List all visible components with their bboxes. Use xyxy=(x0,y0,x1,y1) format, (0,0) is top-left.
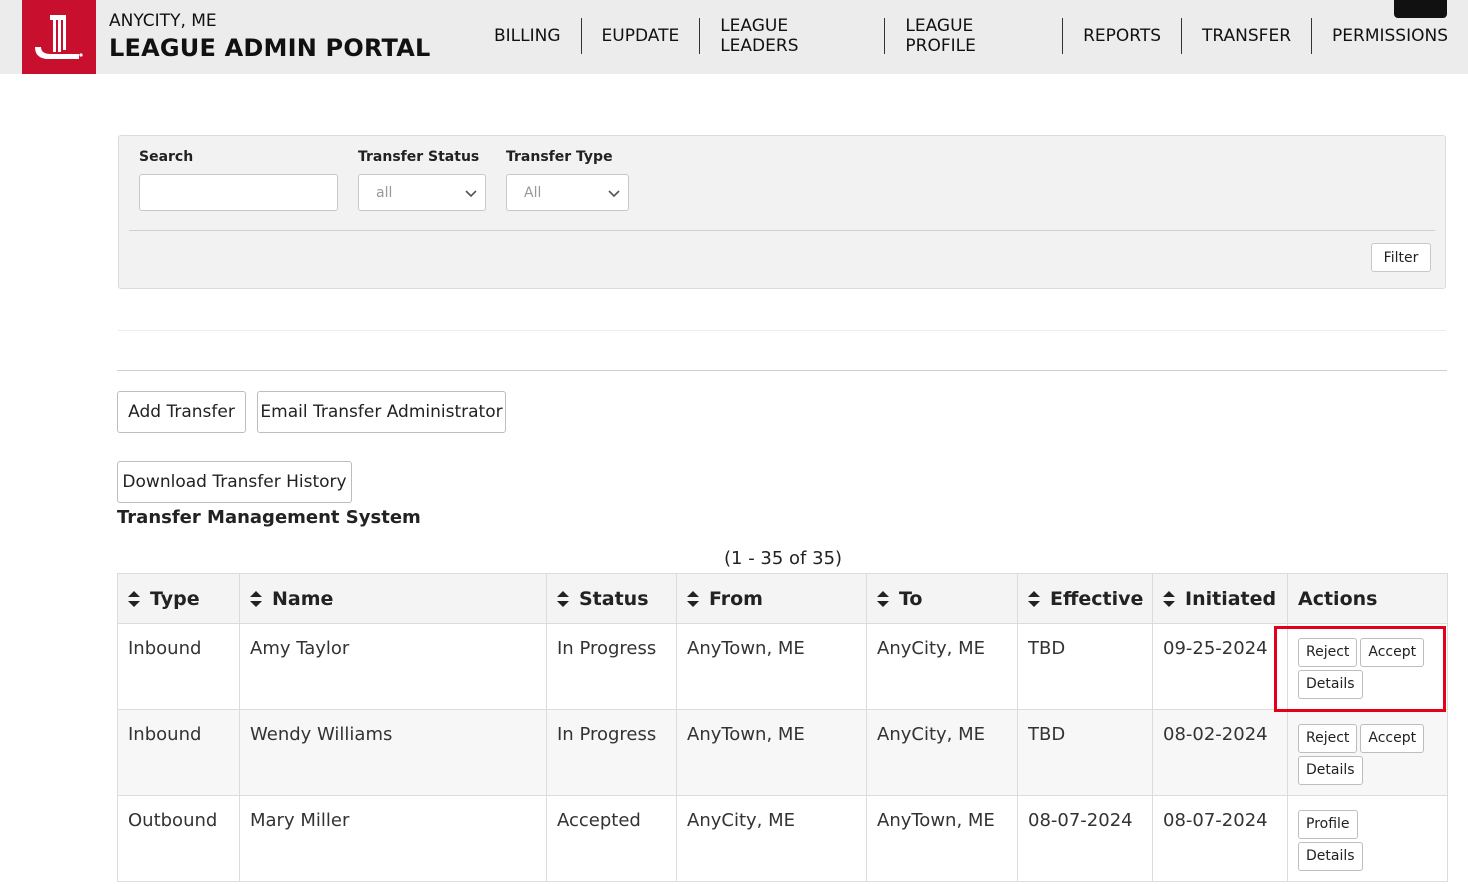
league-city: ANYCITY, ME xyxy=(109,11,217,31)
sort-icon xyxy=(250,590,262,607)
nav-transfer[interactable]: TRANSFER xyxy=(1181,18,1311,54)
transfer-type-label: Transfer Type xyxy=(506,149,613,165)
table-header-row: Type Name Status From To Effective Initi… xyxy=(117,573,1448,624)
col-label: Status xyxy=(579,587,649,610)
junior-league-logo[interactable] xyxy=(22,0,96,74)
section-title: Transfer Management System xyxy=(117,507,421,528)
sort-icon xyxy=(687,590,699,607)
main-nav: BILLING EUPDATE LEAGUE LEADERS LEAGUE PR… xyxy=(474,16,1468,56)
search-label: Search xyxy=(139,149,194,165)
transfer-type-select[interactable]: All xyxy=(506,174,629,211)
portal-title: LEAGUE ADMIN PORTAL xyxy=(109,34,431,62)
col-label: Effective xyxy=(1050,587,1144,610)
divider xyxy=(117,370,1447,371)
details-button[interactable]: Details xyxy=(1298,756,1363,785)
col-header-status[interactable]: Status xyxy=(546,573,677,624)
email-transfer-admin-button[interactable]: Email Transfer Administrator xyxy=(257,391,506,433)
col-header-name[interactable]: Name xyxy=(239,573,547,624)
download-transfer-history-button[interactable]: Download Transfer History xyxy=(117,461,352,503)
transfers-table: Type Name Status From To Effective Initi… xyxy=(117,573,1448,882)
sort-icon xyxy=(877,590,889,607)
cell-effective: TBD xyxy=(1017,623,1153,710)
cell-initiated: 08-07-2024 xyxy=(1152,795,1288,882)
cell-actions: Reject Accept Details xyxy=(1287,709,1448,796)
sort-icon xyxy=(1163,590,1175,607)
reject-button[interactable]: Reject xyxy=(1298,638,1358,667)
nav-league-leaders[interactable]: LEAGUE LEADERS xyxy=(699,16,884,56)
accept-button[interactable]: Accept xyxy=(1360,638,1425,667)
cell-to: AnyCity, ME xyxy=(866,709,1018,796)
cell-type: Inbound xyxy=(117,709,240,796)
details-button[interactable]: Details xyxy=(1298,842,1363,871)
cell-effective: TBD xyxy=(1017,709,1153,796)
cell-name: Mary Miller xyxy=(239,795,547,882)
cell-name: Amy Taylor xyxy=(239,623,547,710)
filter-button[interactable]: Filter xyxy=(1371,243,1431,272)
sort-icon xyxy=(128,590,140,607)
nav-league-profile[interactable]: LEAGUE PROFILE xyxy=(884,16,1062,56)
cell-initiated: 08-02-2024 xyxy=(1152,709,1288,796)
col-header-from[interactable]: From xyxy=(676,573,867,624)
cell-actions: Profile Details xyxy=(1287,795,1448,882)
col-header-initiated[interactable]: Initiated xyxy=(1152,573,1288,624)
transfer-status-value: all xyxy=(376,184,393,201)
col-header-effective[interactable]: Effective xyxy=(1017,573,1153,624)
cell-actions: Reject Accept Details xyxy=(1287,623,1448,710)
col-header-actions: Actions xyxy=(1287,573,1448,624)
transfer-status-label: Transfer Status xyxy=(358,149,480,165)
table-row: Inbound Amy Taylor In Progress AnyTown, … xyxy=(117,623,1448,710)
col-header-type[interactable]: Type xyxy=(117,573,240,624)
transfer-type-value: All xyxy=(524,184,542,201)
reject-button[interactable]: Reject xyxy=(1298,724,1358,753)
cell-status: Accepted xyxy=(546,795,677,882)
divider xyxy=(118,330,1446,331)
cell-name: Wendy Williams xyxy=(239,709,547,796)
accept-button[interactable]: Accept xyxy=(1360,724,1425,753)
table-row: Inbound Wendy Williams In Progress AnyTo… xyxy=(117,709,1448,796)
cell-to: AnyCity, ME xyxy=(866,623,1018,710)
col-label: From xyxy=(709,587,763,610)
cell-from: AnyCity, ME xyxy=(676,795,867,882)
transfer-status-select[interactable]: all xyxy=(358,174,486,211)
pagination-count: (1 - 35 of 35) xyxy=(724,548,843,569)
cell-to: AnyTown, ME xyxy=(866,795,1018,882)
cell-type: Outbound xyxy=(117,795,240,882)
nav-billing[interactable]: BILLING xyxy=(474,18,581,54)
chevron-down-icon xyxy=(465,190,477,198)
col-label: Name xyxy=(272,587,334,610)
table-row: Outbound Mary Miller Accepted AnyCity, M… xyxy=(117,795,1448,882)
account-menu-button[interactable] xyxy=(1394,0,1447,18)
cell-from: AnyTown, ME xyxy=(676,623,867,710)
col-label: Type xyxy=(150,587,200,610)
nav-reports[interactable]: REPORTS xyxy=(1062,18,1181,54)
col-label: Initiated xyxy=(1185,587,1277,610)
cell-from: AnyTown, ME xyxy=(676,709,867,796)
logo-mark-icon xyxy=(35,15,83,59)
sort-icon xyxy=(1028,590,1040,607)
cell-type: Inbound xyxy=(117,623,240,710)
nav-permissions[interactable]: PERMISSIONS xyxy=(1311,18,1468,54)
nav-eupdate[interactable]: EUPDATE xyxy=(580,18,700,54)
col-label: To xyxy=(899,587,923,610)
add-transfer-button[interactable]: Add Transfer xyxy=(117,391,246,433)
cell-status: In Progress xyxy=(546,623,677,710)
col-header-to[interactable]: To xyxy=(866,573,1018,624)
search-input[interactable] xyxy=(139,174,338,211)
profile-button[interactable]: Profile xyxy=(1298,810,1358,839)
cell-status: In Progress xyxy=(546,709,677,796)
top-header: ANYCITY, ME LEAGUE ADMIN PORTAL BILLING … xyxy=(0,0,1468,74)
details-button[interactable]: Details xyxy=(1298,670,1363,699)
filter-divider xyxy=(129,230,1435,231)
filter-panel: Search Transfer Status all Transfer Type… xyxy=(118,135,1446,289)
chevron-down-icon xyxy=(608,190,620,198)
cell-effective: 08-07-2024 xyxy=(1017,795,1153,882)
cell-initiated: 09-25-2024 xyxy=(1152,623,1288,710)
sort-icon xyxy=(557,590,569,607)
